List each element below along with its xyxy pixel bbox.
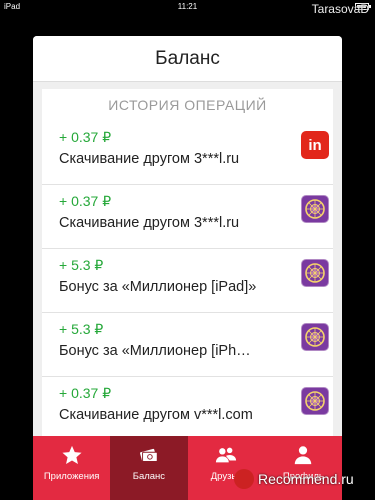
operation-amount: + 5.3 ₽ xyxy=(59,321,104,337)
operation-description: Скачивание другом v***l.com xyxy=(59,407,253,423)
watermark-site: Recommend.ru xyxy=(234,468,369,490)
balance-sheet: Баланс ИСТОРИЯ ОПЕРАЦИЙ + 0.37 ₽ Скачива… xyxy=(33,36,342,500)
operation-description: Скачивание другом 3***l.ru xyxy=(59,151,240,167)
tab-label: Баланс xyxy=(132,471,166,482)
operation-amount: + 0.37 ₽ xyxy=(59,385,112,401)
millionaire-quiz-icon xyxy=(301,387,329,415)
operation-description: Бонус за «Миллионер [iPh… xyxy=(59,343,251,359)
operation-amount: + 0.37 ₽ xyxy=(59,129,112,145)
list-item[interactable]: + 5.3 ₽ Бонус за «Миллионер [iPh… xyxy=(42,313,333,377)
operation-amount: + 5.3 ₽ xyxy=(59,257,104,273)
tab-apps[interactable]: Приложения xyxy=(33,436,110,500)
millionaire-quiz-icon xyxy=(301,323,329,351)
millionaire-quiz-icon xyxy=(301,195,329,223)
profile-icon xyxy=(290,444,316,466)
linkedin-in-icon: in xyxy=(301,131,329,159)
tab-label: Приложения xyxy=(43,471,100,482)
page-title: Баланс xyxy=(155,47,220,69)
millionaire-quiz-icon xyxy=(301,259,329,287)
list-item[interactable]: + 0.37 ₽ Скачивание другом v***l.com xyxy=(42,377,333,441)
list-item[interactable]: + 0.37 ₽ Скачивание другом 3***l.ru in xyxy=(42,121,333,185)
friends-icon xyxy=(213,444,239,466)
operation-amount: + 0.37 ₽ xyxy=(59,193,112,209)
history-title: ИСТОРИЯ ОПЕРАЦИЙ xyxy=(108,97,267,113)
site-logo-icon xyxy=(234,469,254,489)
operation-description: Бонус за «Миллионер [iPad]» xyxy=(59,279,257,295)
list-item[interactable]: + 0.37 ₽ Скачивание другом 3***l.ru xyxy=(42,185,333,249)
money-icon xyxy=(136,444,162,466)
sheet-header: Баланс xyxy=(33,36,342,82)
operation-description: Скачивание другом 3***l.ru xyxy=(59,215,240,231)
list-item[interactable]: + 5.3 ₽ Бонус за «Миллионер [iPad]» xyxy=(42,249,333,313)
tab-balance[interactable]: Баланс xyxy=(110,436,188,500)
operations-history: ИСТОРИЯ ОПЕРАЦИЙ + 0.37 ₽ Скачивание дру… xyxy=(42,89,333,439)
watermark-user: TarasovaD xyxy=(311,2,369,16)
star-icon xyxy=(59,444,85,466)
watermark-text: Recommend.ru xyxy=(258,471,354,487)
